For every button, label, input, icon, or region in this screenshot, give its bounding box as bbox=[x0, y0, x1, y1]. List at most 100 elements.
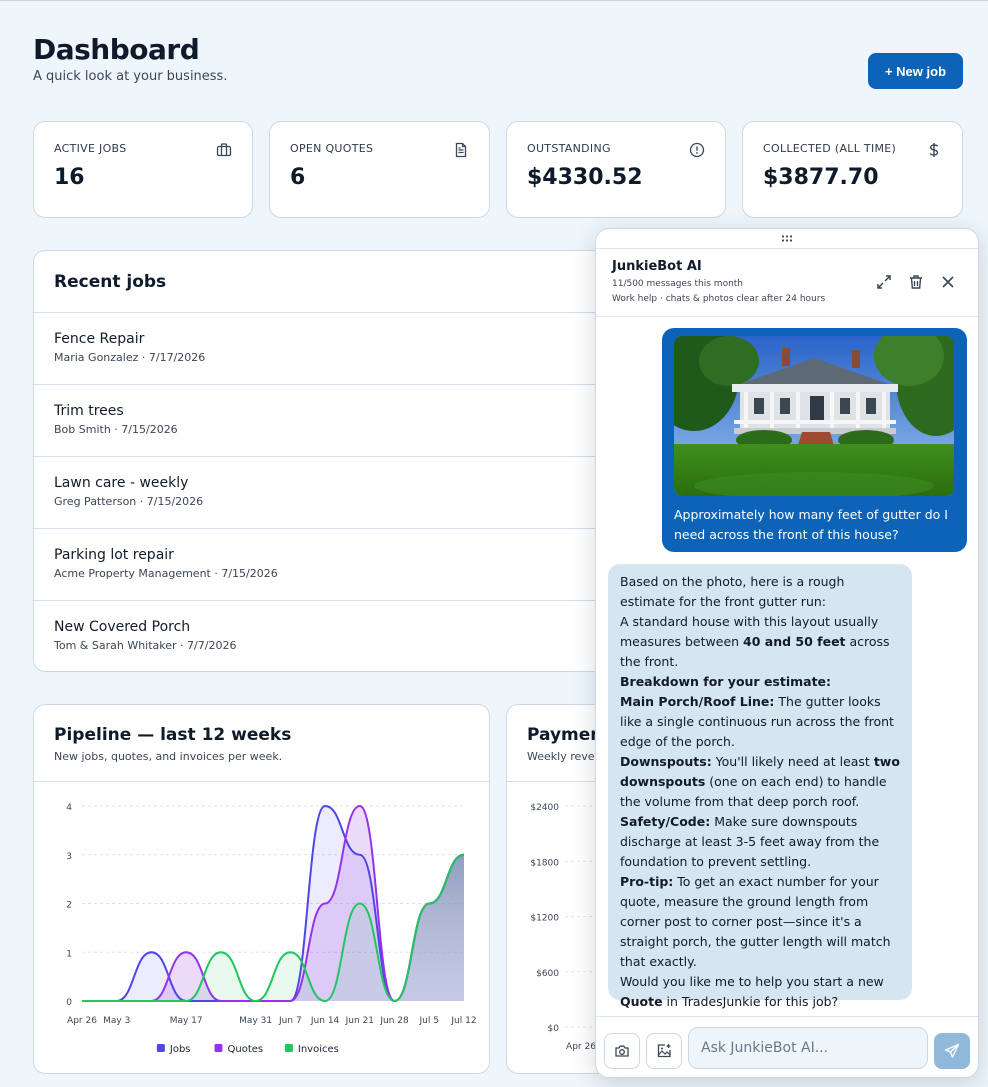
page-subtitle: A quick look at your business. bbox=[33, 69, 228, 84]
document-icon bbox=[455, 142, 467, 158]
bot-message: Based on the photo, here is a rough esti… bbox=[608, 564, 912, 1009]
legend-label: Invoices bbox=[298, 1044, 339, 1055]
job-title: Lawn care - weekly bbox=[54, 475, 189, 491]
x-tick-label: Jun 28 bbox=[379, 1016, 409, 1026]
y-tick-label: $1200 bbox=[530, 914, 559, 924]
send-icon bbox=[944, 1043, 960, 1058]
new-job-button[interactable]: + New job bbox=[868, 53, 963, 89]
trash-icon[interactable] bbox=[907, 273, 925, 291]
pipeline-title: Pipeline — last 12 weeks bbox=[54, 725, 292, 745]
page-title: Dashboard bbox=[33, 33, 200, 66]
list-item[interactable]: New Covered Porch Tom & Sarah Whitaker ·… bbox=[34, 601, 632, 671]
stat-card-open-quotes: OPEN QUOTES 6 bbox=[269, 121, 490, 218]
image-plus-icon bbox=[657, 1044, 671, 1058]
stat-value: 6 bbox=[290, 165, 306, 190]
bot-bold: Downspouts: bbox=[620, 754, 712, 769]
list-item[interactable]: Fence Repair Maria Gonzalez · 7/17/2026 bbox=[34, 313, 632, 385]
legend-label: Quotes bbox=[228, 1044, 264, 1055]
pipeline-card: Pipeline — last 12 weeks New jobs, quote… bbox=[33, 704, 490, 1074]
y-tick-label: $2400 bbox=[530, 803, 559, 813]
drag-handle[interactable] bbox=[596, 229, 978, 249]
bot-bold: Safety/Code: bbox=[620, 814, 711, 829]
chat-input[interactable] bbox=[688, 1027, 928, 1069]
x-tick-label: May 3 bbox=[103, 1016, 130, 1026]
chat-note: Work help · chats & photos clear after 2… bbox=[612, 294, 826, 304]
chat-footer-divider bbox=[596, 1016, 978, 1017]
bot-paragraph: Main Porch/Roof Line: The gutter looks l… bbox=[620, 692, 900, 752]
x-tick-label: Apr 26 bbox=[566, 1042, 596, 1052]
x-tick-label: Apr 26 bbox=[67, 1016, 97, 1026]
dollar-icon bbox=[929, 143, 939, 157]
list-item[interactable]: Lawn care - weekly Greg Patterson · 7/15… bbox=[34, 457, 632, 529]
y-tick-label: $600 bbox=[536, 969, 559, 979]
job-title: Trim trees bbox=[54, 403, 124, 419]
job-meta: Tom & Sarah Whitaker · 7/7/2026 bbox=[54, 639, 237, 652]
bot-heading: Breakdown for your estimate: bbox=[620, 672, 900, 692]
bot-paragraph: A standard house with this layout usuall… bbox=[620, 612, 900, 672]
x-tick-label: Jul 12 bbox=[450, 1016, 476, 1026]
bot-bold: Breakdown for your estimate: bbox=[620, 674, 832, 689]
x-tick-label: May 31 bbox=[239, 1016, 272, 1026]
bot-paragraph: Pro-tip: To get an exact number for your… bbox=[620, 872, 900, 972]
pipeline-description: New jobs, quotes, and invoices per week. bbox=[54, 750, 283, 763]
y-tick-label: $0 bbox=[548, 1024, 560, 1034]
stat-label: COLLECTED (ALL TIME) bbox=[763, 142, 897, 155]
bot-bold: 40 and 50 feet bbox=[743, 634, 846, 649]
y-tick-label: 1 bbox=[66, 949, 72, 959]
job-meta: Bob Smith · 7/15/2026 bbox=[54, 423, 178, 436]
expand-icon[interactable] bbox=[875, 273, 893, 291]
alert-circle-icon bbox=[689, 142, 705, 158]
add-image-button[interactable] bbox=[646, 1033, 682, 1069]
job-title: New Covered Porch bbox=[54, 619, 191, 635]
x-tick-label: May 17 bbox=[170, 1016, 203, 1026]
stat-label: OUTSTANDING bbox=[527, 142, 611, 155]
y-tick-label: 2 bbox=[66, 901, 72, 911]
stat-card-active-jobs: ACTIVE JOBS 16 bbox=[33, 121, 253, 218]
pipeline-chart: 0 1 2 3 4 Apr 26 May 3 May 17 May 31 Jun 7 Jun 14 J… bbox=[66, 803, 476, 1055]
user-message-text: Approximately how many feet of gutter do… bbox=[674, 507, 948, 542]
top-divider bbox=[0, 0, 988, 1]
job-meta: Greg Patterson · 7/15/2026 bbox=[54, 495, 204, 508]
send-button[interactable] bbox=[934, 1033, 970, 1069]
x-tick-label: Jun 7 bbox=[278, 1016, 302, 1026]
legend-swatch bbox=[156, 1044, 165, 1052]
bot-bold: Pro-tip: bbox=[620, 874, 674, 889]
y-tick-label: $1800 bbox=[530, 858, 559, 868]
bot-bold: Quote bbox=[620, 994, 663, 1009]
list-item[interactable]: Trim trees Bob Smith · 7/15/2026 bbox=[34, 385, 632, 457]
legend-swatch bbox=[284, 1044, 293, 1052]
chat-title: JunkieBot AI bbox=[612, 259, 702, 274]
camera-button[interactable] bbox=[604, 1033, 640, 1069]
stat-card-collected: COLLECTED (ALL TIME) $3877.70 bbox=[742, 121, 963, 218]
bot-paragraph: Based on the photo, here is a rough esti… bbox=[620, 574, 845, 609]
stat-label: ACTIVE JOBS bbox=[54, 142, 127, 155]
bot-text: in TradesJunkie for this job? bbox=[662, 994, 839, 1009]
legend-swatch bbox=[214, 1044, 223, 1052]
y-tick-label: 3 bbox=[66, 852, 72, 862]
combined-area bbox=[394, 854, 464, 1001]
y-tick-label: 0 bbox=[66, 998, 72, 1008]
bot-paragraph: Safety/Code: Make sure downspouts discha… bbox=[620, 812, 900, 872]
x-tick-label: Jun 21 bbox=[345, 1016, 374, 1026]
recent-jobs-card: Recent jobs Fence Repair Maria Gonzalez … bbox=[33, 250, 633, 672]
bot-bold: Main Porch/Roof Line: bbox=[620, 694, 775, 709]
stat-label: OPEN QUOTES bbox=[290, 142, 374, 155]
close-icon[interactable] bbox=[939, 273, 957, 291]
camera-icon bbox=[615, 1045, 629, 1057]
bot-text: You'll likely need at least bbox=[711, 754, 874, 769]
user-message: Approximately how many feet of gutter do… bbox=[662, 328, 967, 552]
y-tick-label: 4 bbox=[66, 803, 72, 813]
x-tick-label: Jun 14 bbox=[310, 1016, 340, 1026]
chat-header-divider bbox=[596, 316, 978, 317]
job-meta: Maria Gonzalez · 7/17/2026 bbox=[54, 351, 206, 364]
bot-paragraph: Downspouts: You'll likely need at least … bbox=[620, 752, 900, 812]
list-item[interactable]: Parking lot repair Acme Property Managem… bbox=[34, 529, 632, 601]
junkiebot-chat-panel: JunkieBot AI 11/500 messages this month … bbox=[595, 228, 979, 1078]
bot-paragraph: Would you like me to help you start a ne… bbox=[620, 972, 900, 1012]
job-title: Fence Repair bbox=[54, 331, 145, 347]
job-title: Parking lot repair bbox=[54, 547, 174, 563]
house-photo bbox=[674, 336, 954, 496]
legend-label: Jobs bbox=[169, 1044, 191, 1055]
job-meta: Acme Property Management · 7/15/2026 bbox=[54, 567, 278, 580]
stat-value: $4330.52 bbox=[527, 165, 643, 190]
